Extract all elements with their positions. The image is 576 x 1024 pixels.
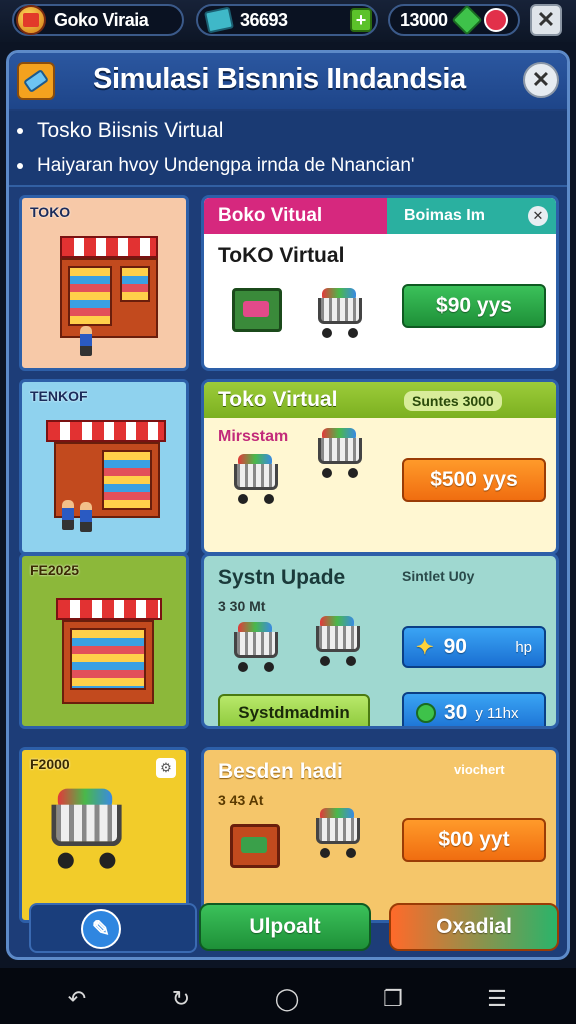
panel-footer: ✎ Ulpoalt Oxadial <box>19 903 563 955</box>
buy-button[interactable]: $500 yys <box>402 458 546 502</box>
cash-icon <box>203 6 235 34</box>
cash-amount: 36693 <box>240 9 288 30</box>
bullet-dot-icon <box>17 162 23 169</box>
card-badge: Sintlet U0y <box>402 568 475 584</box>
business-card: Systn Upade Sintlet U0y 3 30 Mt ✦ 90 hp … <box>201 553 559 729</box>
buy-button-label: $00 yyt <box>438 828 510 851</box>
bullet-text: Tosko Biisnis Virtual <box>37 119 224 142</box>
product-box-icon <box>232 288 282 332</box>
bullet-item: Haiyaran hvoy Undengpa irnda de Nnancian… <box>17 155 415 177</box>
bullet-text: Haiyaran hvoy Undengpa irnda de Nnancian… <box>37 155 415 176</box>
recents-icon[interactable]: ❐ <box>378 986 408 1012</box>
add-cash-button[interactable]: + <box>350 8 372 32</box>
close-small-icon[interactable]: ✕ <box>528 206 548 226</box>
buy-button-label: $500 yys <box>430 468 518 491</box>
business-card: Toko Virtual Suntes 3000 Mirsstam $500 y… <box>201 379 559 555</box>
system-nav-bar: ↶ ↻ ◯ ❐ ☰ <box>0 968 576 1024</box>
upgrade-speed-unit: y 11hx <box>475 704 519 722</box>
card-title: Toko Virtual <box>218 388 338 411</box>
shopping-cart-icon <box>42 788 128 872</box>
star-icon: ✦ <box>416 635 434 659</box>
thumb-label: FE2025 <box>30 562 80 578</box>
upgrade-speed-value: 30 <box>444 701 468 724</box>
top-status-bar: Goko Viraia 36693 + 13000 ✕ <box>0 0 576 42</box>
shopping-cart-icon <box>312 428 366 480</box>
cash-pill[interactable]: 36693 + <box>196 4 378 36</box>
sysadmin-label: Systdmadmin <box>238 703 350 722</box>
page-title: Simulasi Bisnnis IIndandsia <box>93 63 466 95</box>
card-subtitle: 3 30 Mt <box>218 598 266 614</box>
card-subtitle: 3 43 At <box>218 792 264 808</box>
thumb-label: TOKO <box>30 204 71 220</box>
tools-icon[interactable]: ✎ <box>81 909 121 949</box>
shop-thumbnail[interactable]: ⚙ F2000 <box>19 747 189 923</box>
update-button-label: Ulpoalt <box>249 915 321 938</box>
upgrade-speed-button[interactable]: 30 y 11hx <box>402 692 546 726</box>
card-badge: Boimas Im <box>404 207 485 224</box>
shopping-cart-icon <box>310 616 364 668</box>
shop-stall-icon <box>32 402 182 542</box>
card-header: Toko Virtual Suntes 3000 <box>204 382 556 418</box>
shop-stall-icon <box>44 576 174 716</box>
shopping-cart-icon <box>228 622 282 674</box>
upgrade-hp-button[interactable]: ✦ 90 hp <box>402 626 546 668</box>
card-subtitle: ToKO Virtual <box>218 244 345 267</box>
gift-coin-icon <box>16 5 46 35</box>
product-box-icon <box>230 824 280 868</box>
create-button[interactable]: Oxadial <box>389 903 559 951</box>
shopping-cart-icon <box>310 808 364 860</box>
card-badge: Suntes 3000 <box>404 391 502 411</box>
settings-small-icon[interactable]: ⚙ <box>156 758 176 778</box>
player-name: Goko Viraia <box>54 9 149 30</box>
upgrade-hp-value: 90 <box>443 635 467 658</box>
gem-icon <box>451 4 483 36</box>
business-card: Boko Vitual Boimas Im ✕ ToKO Virtual $90… <box>201 195 559 371</box>
bullet-dot-icon <box>17 128 23 135</box>
shop-thumbnail[interactable]: TOKO <box>19 195 189 371</box>
sysadmin-button[interactable]: Systdmadmin <box>218 694 370 726</box>
card-title: Systn Upade <box>218 566 346 589</box>
leaf-icon <box>416 703 436 723</box>
buy-button[interactable]: $90 yys <box>402 284 546 328</box>
back-icon[interactable]: ↶ <box>62 986 92 1012</box>
gems-pill[interactable]: 13000 <box>388 4 520 36</box>
thumb-label: F2000 <box>30 756 70 772</box>
close-button[interactable]: ✕ <box>523 62 559 98</box>
bullet-item: Tosko Biisnis Virtual <box>17 119 223 143</box>
shop-thumbnail[interactable]: TENKOF <box>19 379 189 555</box>
home-icon[interactable]: ◯ <box>272 986 302 1012</box>
business-card: Besden hadi viochert 3 43 At $00 yyt <box>201 747 559 923</box>
card-title: Boko Vitual <box>218 205 323 226</box>
app-close-button[interactable]: ✕ <box>530 4 562 36</box>
create-button-label: Oxadial <box>436 915 512 938</box>
card-subtitle: Mirsstam <box>218 428 289 445</box>
card-title: Besden hadi <box>218 760 343 783</box>
player-pill[interactable]: Goko Viraia <box>12 4 184 36</box>
card-badge: viochert <box>454 762 505 777</box>
shop-thumbnail[interactable]: FE2025 <box>19 553 189 729</box>
shop-stall-icon <box>40 218 180 358</box>
update-button[interactable]: Ulpoalt <box>199 903 371 951</box>
shopping-cart-icon <box>228 454 282 506</box>
menu-icon[interactable]: ☰ <box>482 986 512 1012</box>
gems-amount: 13000 <box>400 9 448 30</box>
upgrade-hp-unit: hp <box>515 638 532 656</box>
refresh-icon[interactable]: ↻ <box>166 986 196 1012</box>
buy-button-label: $90 yys <box>436 294 512 317</box>
buy-button[interactable]: $00 yyt <box>402 818 546 862</box>
tools-area: ✎ <box>29 903 197 953</box>
business-panel: Simulasi Bisnnis IIndandsia ✕ Tosko Biis… <box>6 50 570 960</box>
card-header: Boko Vitual Boimas Im ✕ <box>204 198 556 234</box>
shopping-cart-icon <box>312 288 366 340</box>
edit-icon[interactable] <box>17 62 55 100</box>
thumb-label: TENKOF <box>30 388 88 404</box>
heart-icon <box>483 8 508 32</box>
info-bullets: Tosko Biisnis Virtual Haiyaran hvoy Unde… <box>9 111 567 187</box>
panel-header: Simulasi Bisnnis IIndandsia ✕ <box>9 53 567 109</box>
